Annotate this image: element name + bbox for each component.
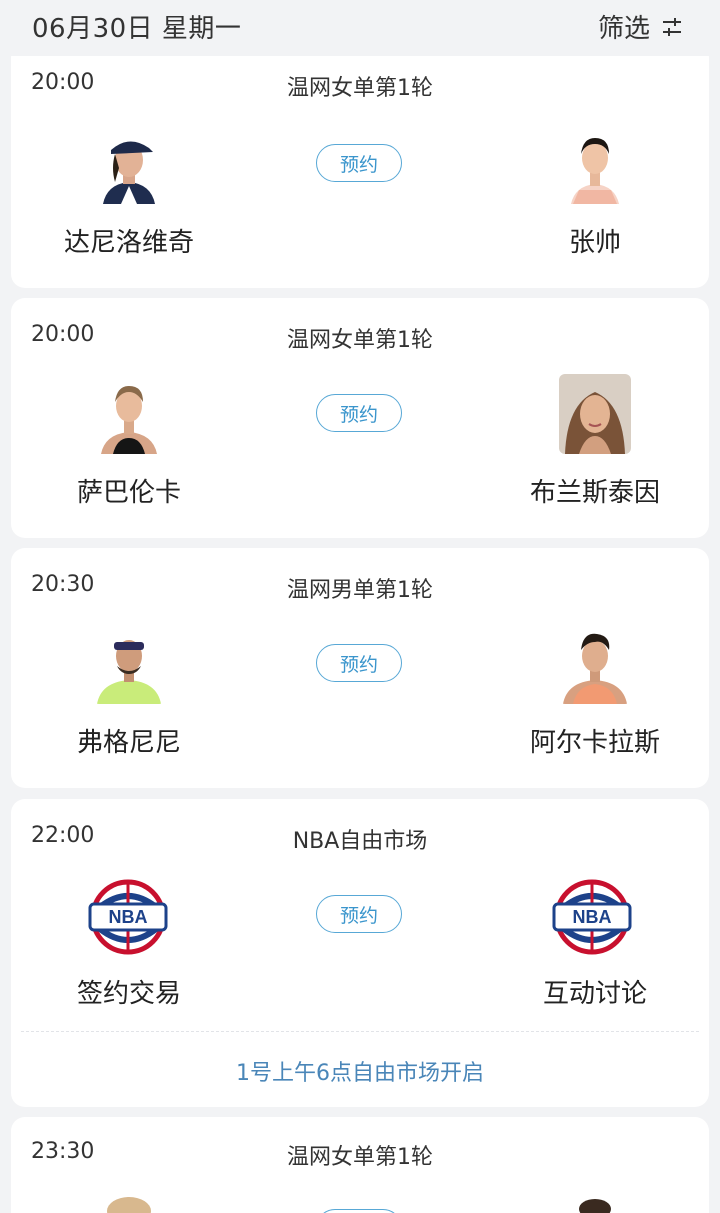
reserve-button[interactable]: 预约: [316, 1209, 402, 1213]
player-name-left: 萨巴伦卡: [76, 478, 181, 508]
player-avatar-left: [93, 124, 165, 204]
free-agency-note: 1号上午6点自由市场开启: [236, 1061, 484, 1086]
top-bar: 06月30日 星期一 筛选: [0, 0, 720, 56]
match-event: 温网女单第1轮: [287, 76, 433, 101]
match-event: NBA自由市场: [292, 829, 428, 854]
reserve-button[interactable]: 预约: [316, 644, 402, 682]
topic-name-left: 签约交易: [76, 979, 181, 1009]
player-avatar-right: [559, 374, 631, 454]
reserve-button[interactable]: 预约: [316, 895, 402, 933]
player-avatar-right: [559, 624, 631, 704]
reserve-button[interactable]: 预约: [316, 394, 402, 432]
match-event: 温网女单第1轮: [287, 328, 433, 353]
player-avatar-right: [559, 1189, 631, 1213]
nba-logo: NBA: [552, 879, 632, 955]
topic-name-right: 互动讨论: [542, 979, 647, 1009]
player-name-right: 阿尔卡拉斯: [529, 728, 660, 758]
player-name-right: 布兰斯泰因: [529, 478, 660, 508]
filter-button[interactable]: 筛选: [598, 8, 684, 45]
filter-label: 筛选: [597, 14, 650, 44]
nba-logo: NBA: [88, 879, 168, 955]
match-schedule-page: 06月30日 星期一 筛选 20:00 温网女单第1轮 预约 达尼洛维奇 张帅 …: [0, 0, 720, 1213]
match-card[interactable]: 22:00 NBA自由市场 NBA NBA 预约 签约交易 互动讨论 1号上午6…: [11, 799, 709, 1107]
match-event: 温网女单第1轮: [287, 1145, 433, 1170]
match-event: 温网男单第1轮: [287, 578, 433, 603]
match-card[interactable]: 23:30 温网女单第1轮 预约: [11, 1117, 709, 1213]
player-name-left: 达尼洛维奇: [63, 228, 194, 258]
nba-logo-text: NBA: [573, 907, 612, 927]
match-card[interactable]: 20:00 温网女单第1轮 预约 萨巴伦卡 布兰斯泰因: [11, 298, 709, 538]
nba-logo-text: NBA: [109, 907, 148, 927]
dashed-divider: [21, 1031, 699, 1032]
player-name-right: 张帅: [568, 228, 621, 258]
player-avatar-left: [93, 374, 165, 454]
filter-icon: [663, 17, 681, 36]
player-avatar-left: [93, 624, 165, 704]
match-card[interactable]: 20:30 温网男单第1轮 预约 弗格尼尼 阿尔卡拉斯: [11, 548, 709, 788]
player-avatar-left: [93, 1189, 165, 1213]
date-title: 06月30日 星期一: [32, 14, 242, 44]
player-avatar-right: [559, 124, 631, 204]
reserve-button[interactable]: 预约: [316, 144, 402, 182]
player-name-left: 弗格尼尼: [76, 728, 181, 758]
match-card[interactable]: 20:00 温网女单第1轮 预约 达尼洛维奇 张帅: [11, 44, 709, 288]
